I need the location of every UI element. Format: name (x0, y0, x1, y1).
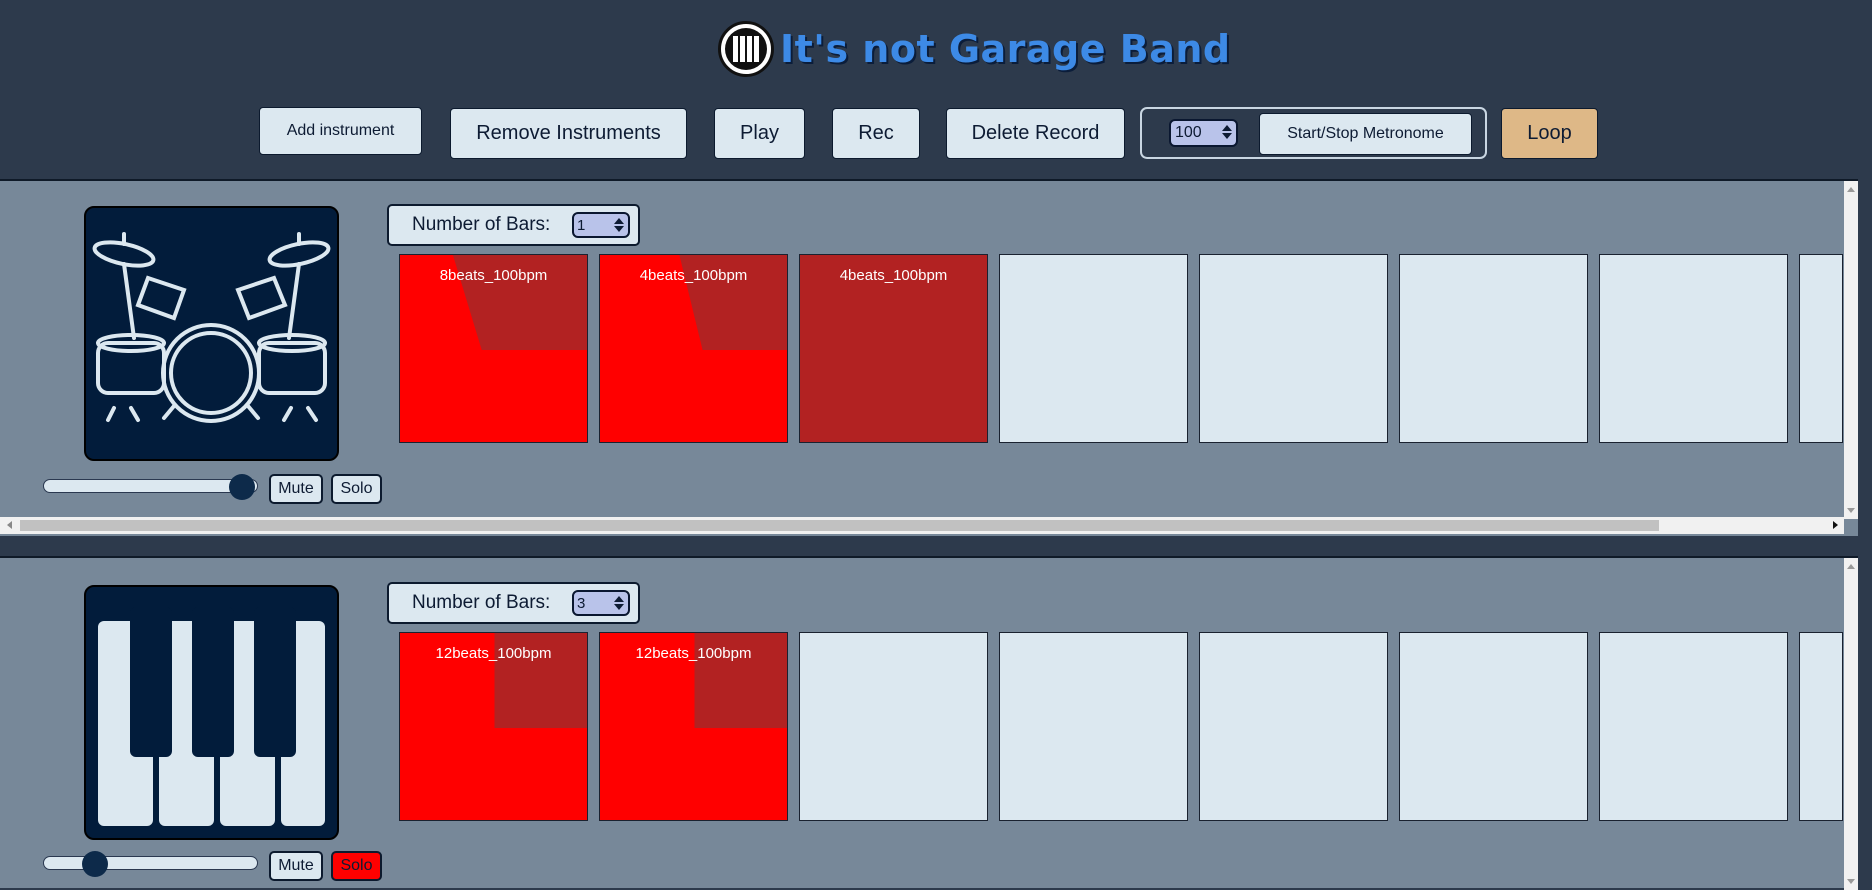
metronome-group: 100 Start/Stop Metronome (1140, 107, 1487, 159)
clip-slot[interactable] (1599, 254, 1788, 443)
volume-slider[interactable] (43, 851, 258, 877)
clip-slot[interactable] (1199, 254, 1388, 443)
vertical-scrollbar[interactable] (1844, 181, 1858, 519)
clip-label: 12beats_100bpm (435, 645, 552, 662)
remove-instruments-button[interactable]: Remove Instruments (450, 108, 687, 159)
play-button[interactable]: Play (714, 108, 805, 159)
track-panel-drums: Number of Bars: 1 8beats_100bpm 4beats_10… (0, 179, 1858, 536)
scroll-down-arrow-icon[interactable] (1847, 879, 1855, 884)
clip-slot[interactable]: 4beats_100bpm (599, 254, 788, 443)
bpm-value: 100 (1175, 124, 1202, 141)
delete-record-button[interactable]: Delete Record (946, 108, 1125, 159)
bars-label: Number of Bars: (412, 592, 551, 613)
clip-label: 4beats_100bpm (839, 267, 948, 284)
clip-label: 4beats_100bpm (639, 267, 748, 284)
vertical-scrollbar[interactable] (1844, 558, 1858, 890)
rec-button[interactable]: Rec (832, 108, 920, 159)
clip-slot[interactable] (1199, 632, 1388, 821)
clip-slot[interactable]: 8beats_100bpm (399, 254, 588, 443)
bpm-spinner-icon[interactable] (1221, 123, 1233, 143)
metronome-button[interactable]: Start/Stop Metronome (1259, 113, 1472, 155)
clip-slot[interactable]: 4beats_100bpm (799, 254, 988, 443)
track-panel-piano: Number of Bars: 3 12beats_100bpm 12beats_… (0, 556, 1858, 890)
loop-button[interactable]: Loop (1501, 108, 1598, 159)
clip-slot[interactable] (999, 632, 1188, 821)
bpm-input[interactable]: 100 (1169, 119, 1238, 147)
clip-slot[interactable] (1599, 632, 1788, 821)
scroll-right-arrow-icon[interactable] (1833, 521, 1838, 529)
bars-control: Number of Bars: 3 (387, 582, 640, 624)
clip-slot[interactable] (1399, 254, 1588, 443)
piano-keys-icon (84, 585, 339, 840)
solo-button[interactable]: Solo (331, 851, 382, 881)
clip-slot[interactable]: 12beats_100bpm (399, 632, 588, 821)
scroll-down-arrow-icon[interactable] (1847, 508, 1855, 513)
scroll-up-arrow-icon[interactable] (1847, 187, 1855, 192)
bars-spinner-icon[interactable] (613, 216, 625, 236)
scroll-left-arrow-icon[interactable] (7, 521, 12, 529)
clip-slot[interactable] (799, 632, 988, 821)
volume-slider-thumb[interactable] (229, 474, 256, 500)
scroll-up-arrow-icon[interactable] (1847, 564, 1855, 569)
horizontal-scrollbar-thumb[interactable] (20, 520, 1659, 531)
clip-slot[interactable] (1799, 632, 1843, 821)
app-title: It's not Garage Band (718, 18, 1231, 80)
bars-input[interactable]: 1 (572, 212, 630, 238)
clip-slot[interactable] (1799, 254, 1843, 443)
clip-slot[interactable] (1399, 632, 1588, 821)
piano-logo-icon (718, 21, 774, 77)
mute-button[interactable]: Mute (269, 851, 323, 881)
volume-slider[interactable] (43, 474, 258, 500)
clip-slot[interactable]: 12beats_100bpm (599, 632, 788, 821)
drum-kit-icon (84, 206, 339, 461)
bars-label: Number of Bars: (412, 214, 551, 235)
bars-input-value: 3 (577, 594, 586, 612)
mute-button[interactable]: Mute (269, 474, 323, 504)
solo-button[interactable]: Solo (331, 474, 382, 504)
horizontal-scrollbar[interactable] (0, 517, 1844, 534)
clip-slot[interactable] (999, 254, 1188, 443)
clip-label: 12beats_100bpm (635, 645, 752, 662)
top-bar: It's not Garage Band Add instrument Remo… (0, 0, 1872, 180)
bars-spinner-icon[interactable] (613, 594, 625, 614)
add-instrument-button[interactable]: Add instrument (259, 107, 422, 155)
app-title-text: It's not Garage Band (780, 27, 1231, 71)
volume-slider-thumb[interactable] (81, 851, 108, 877)
bars-input-value: 1 (577, 216, 586, 234)
bars-input[interactable]: 3 (572, 590, 630, 616)
clip-label: 8beats_100bpm (439, 267, 548, 284)
bars-control: Number of Bars: 1 (387, 204, 640, 246)
